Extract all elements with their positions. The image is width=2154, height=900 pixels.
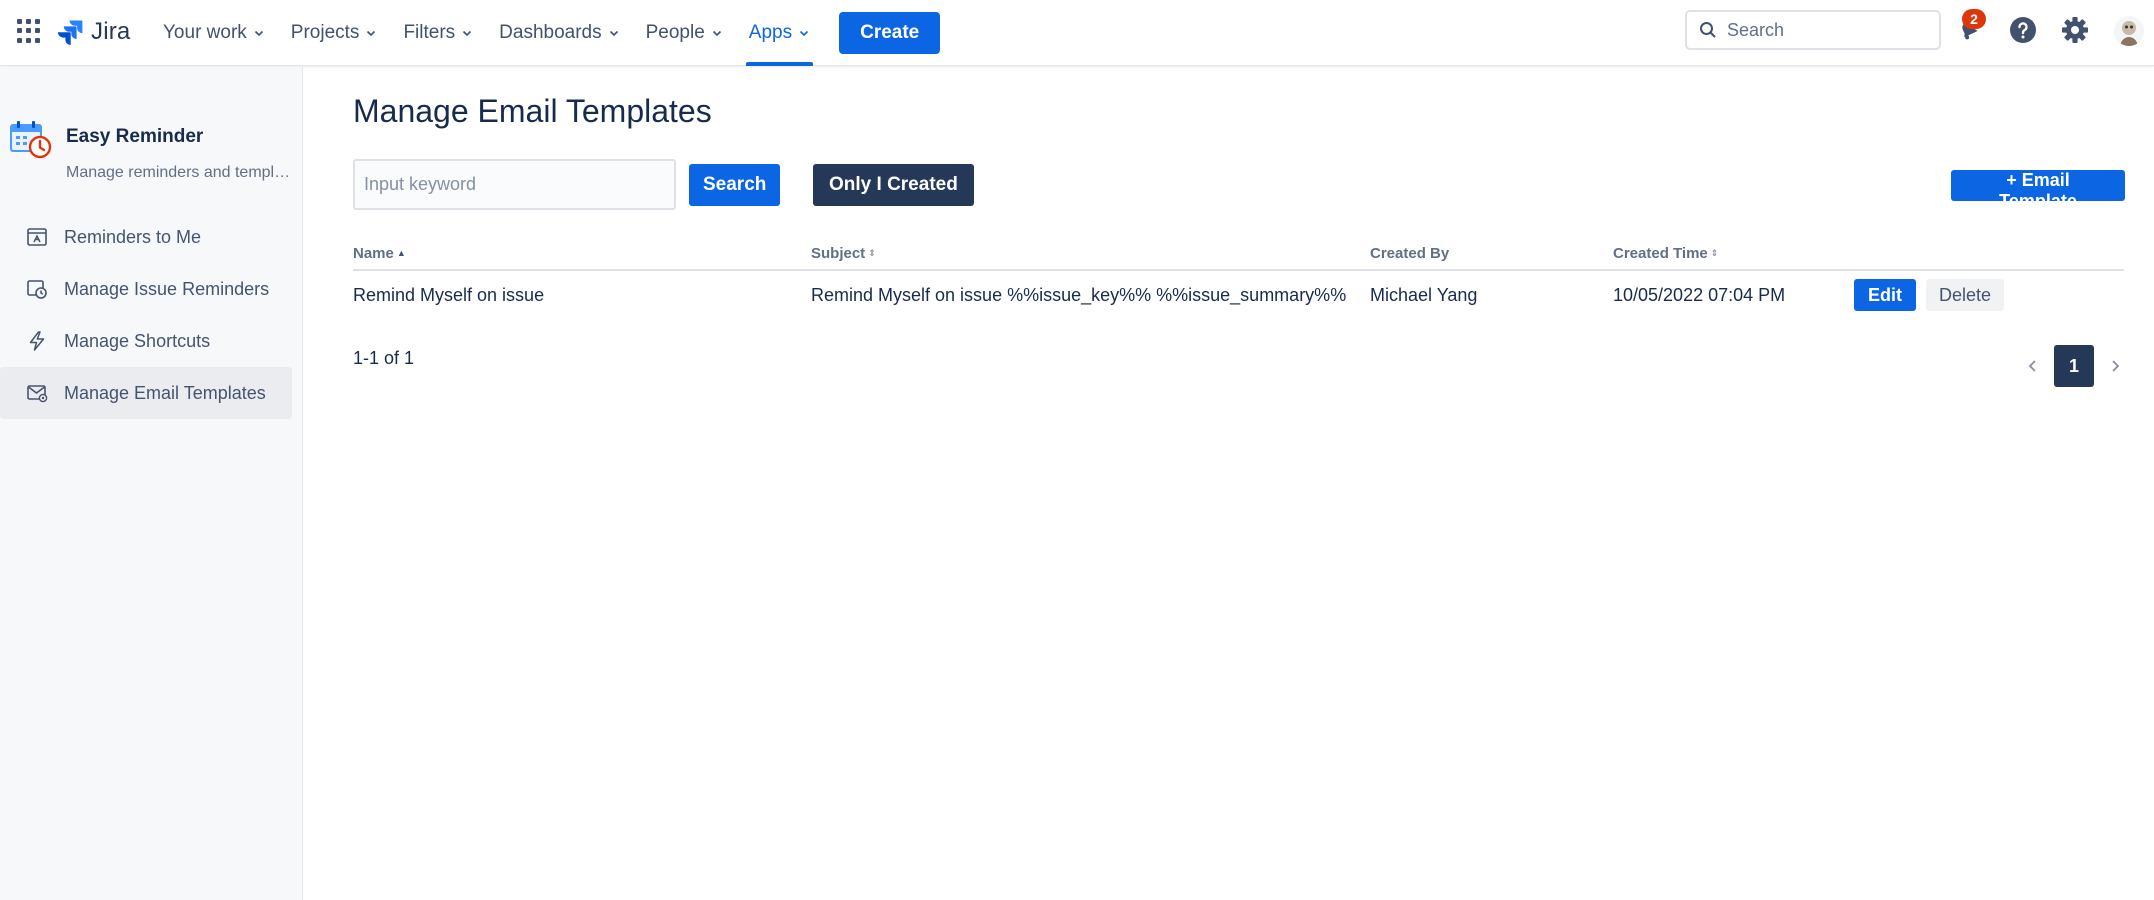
sidebar-app-title: Easy Reminder <box>66 126 204 147</box>
only-i-created-button[interactable]: Only I Created <box>813 164 974 206</box>
sidebar-app-header: Easy Reminder Manage reminders and templ… <box>10 119 300 199</box>
jira-logo-text: Jira <box>91 18 131 45</box>
nav-label: People <box>645 22 705 43</box>
chevron-down-icon <box>367 30 376 37</box>
nav-projects[interactable]: Projects <box>278 0 391 66</box>
chevron-left-icon <box>2028 360 2036 372</box>
calendar-clock-app-icon <box>10 121 52 159</box>
question-circle-icon <box>2010 17 2036 43</box>
keyword-input[interactable] <box>353 159 676 210</box>
jira-logo-icon <box>57 20 83 45</box>
sort-icon: ⇕ <box>1710 248 1719 258</box>
sidebar-item-label: Reminders to Me <box>64 226 202 247</box>
create-button[interactable]: Create <box>839 12 941 54</box>
next-page-button[interactable] <box>2098 346 2132 386</box>
sidebar-menu: Reminders to Me Manage Issue Reminders M… <box>0 211 292 419</box>
user-avatar[interactable] <box>2114 16 2144 46</box>
sort-ascending-icon: ▲ <box>396 248 406 258</box>
column-header-created-time[interactable]: Created Time ⇕ <box>1613 245 1718 262</box>
add-email-template-button[interactable]: + Email Template <box>1951 170 2125 211</box>
nav-people[interactable]: People <box>633 0 736 66</box>
chevron-down-icon <box>463 30 472 37</box>
sidebar-item-manage-issue-reminders[interactable]: Manage Issue Reminders <box>0 263 292 315</box>
email-template-icon <box>27 385 48 403</box>
edit-button[interactable]: Edit <box>1854 279 1916 311</box>
previous-page-button[interactable] <box>2016 346 2050 386</box>
global-search-input[interactable] <box>1727 19 1927 41</box>
column-label: Name <box>353 245 394 262</box>
sidebar-item-label: Manage Issue Reminders <box>64 278 270 299</box>
column-label: Created By <box>1370 245 1450 262</box>
cell-created-time: 10/05/2022 07:04 PM <box>1613 285 1786 305</box>
cell-name: Remind Myself on issue <box>353 285 545 305</box>
page-title: Manage Email Templates <box>353 93 712 129</box>
help-icon[interactable] <box>2007 14 2039 46</box>
sidebar-item-manage-shortcuts[interactable]: Manage Shortcuts <box>0 315 292 367</box>
table-header: Name ▲ Subject ⇕ Created By Created Time… <box>353 245 2124 271</box>
chevron-down-icon <box>800 30 809 37</box>
sort-icon: ⇕ <box>868 248 876 258</box>
nav-label: Projects <box>290 22 360 43</box>
calendar-alarm-icon <box>27 228 47 246</box>
sidebar-item-label: Manage Shortcuts <box>64 330 211 351</box>
delete-button[interactable]: Delete <box>1926 279 2005 311</box>
lightning-icon <box>29 331 45 351</box>
nav-label: Dashboards <box>499 22 602 43</box>
chevron-down-icon <box>609 30 618 37</box>
chevron-down-icon <box>712 30 721 37</box>
avatar-icon <box>2114 16 2144 46</box>
nav-label: Filters <box>403 22 456 43</box>
cell-created-by: Michael Yang <box>1370 285 1478 305</box>
nav-label: Your work <box>163 22 247 43</box>
sidebar-app-subtitle: Manage reminders and templates <box>66 164 296 181</box>
app-switcher-grid-icon[interactable] <box>17 19 41 43</box>
nav-label: Apps <box>748 22 793 43</box>
nav-dashboards[interactable]: Dashboards <box>486 0 632 66</box>
column-header-created-by: Created By <box>1370 245 1449 262</box>
column-header-name[interactable]: Name ▲ <box>353 245 406 262</box>
pagination: 1 <box>2016 345 2132 387</box>
cell-subject: Remind Myself on issue %%issue_key%% %%i… <box>811 285 1347 305</box>
sidebar-item-manage-email-templates[interactable]: Manage Email Templates <box>0 367 292 419</box>
column-label: Created Time <box>1613 245 1708 262</box>
settings-gear-icon[interactable] <box>2059 14 2091 46</box>
jira-logo[interactable]: Jira <box>57 16 130 48</box>
search-icon <box>1700 22 1716 38</box>
clock-reminder-icon <box>27 280 47 299</box>
sidebar: Easy Reminder Manage reminders and templ… <box>0 67 303 900</box>
global-search[interactable] <box>1685 10 1941 50</box>
notification-count-badge: 2 <box>1962 9 1986 29</box>
nav-your-work[interactable]: Your work <box>150 0 278 66</box>
chevron-down-icon <box>254 30 263 37</box>
column-header-subject[interactable]: Subject ⇕ <box>811 245 876 262</box>
primary-nav: Your work Projects Filters Dashboards Pe… <box>150 0 941 66</box>
top-navigation: Jira Your work Projects Filters Dashboar… <box>0 0 2154 66</box>
table-row: Remind Myself on issue Remind Myself on … <box>353 273 2124 319</box>
chevron-right-icon <box>2112 360 2120 372</box>
column-label: Subject <box>811 245 866 262</box>
search-button[interactable]: Search <box>689 164 781 206</box>
gear-icon <box>2062 17 2088 43</box>
result-count: 1-1 of 1 <box>353 348 415 368</box>
nav-filters[interactable]: Filters <box>390 0 486 66</box>
sidebar-item-label: Manage Email Templates <box>64 382 266 403</box>
page-number-button[interactable]: 1 <box>2054 345 2094 387</box>
sidebar-item-reminders-to-me[interactable]: Reminders to Me <box>0 211 292 263</box>
nav-apps[interactable]: Apps <box>736 0 823 66</box>
